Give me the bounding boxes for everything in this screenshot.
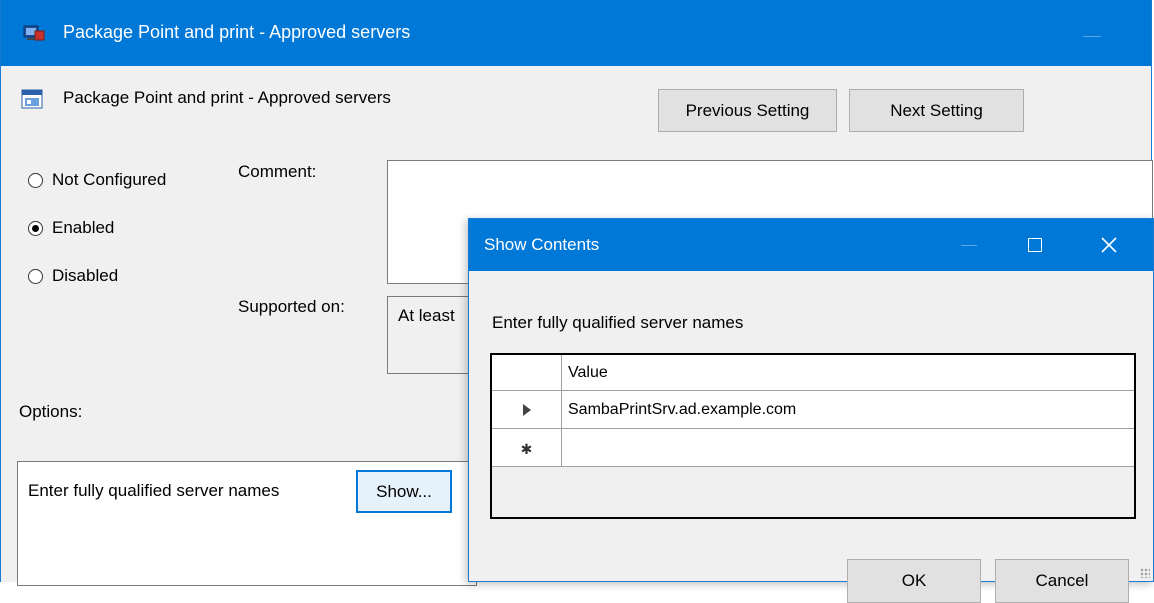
dialog-title: Show Contents (484, 235, 600, 254)
next-setting-button[interactable]: Next Setting (849, 89, 1024, 132)
options-label: Options: (19, 402, 83, 421)
grid-header-row: Value (492, 355, 1134, 391)
options-panel: Enter fully qualified server names Show.… (17, 461, 477, 586)
current-row-icon (522, 403, 531, 416)
radio-button-icon[interactable] (28, 172, 43, 188)
minimize-button[interactable] (939, 219, 999, 271)
setting-title: Package Point and print - Approved serve… (63, 88, 391, 107)
row-header-cell[interactable] (492, 391, 562, 428)
radio-button-icon[interactable] (28, 268, 43, 284)
values-grid[interactable]: Value SambaPrintSrv.ad.example.com ✱ (490, 353, 1136, 519)
dialog-titlebar[interactable]: Show Contents (469, 219, 1153, 271)
value-column-header[interactable]: Value (568, 355, 608, 390)
supported-on-value: At least (398, 306, 455, 325)
cancel-button[interactable]: Cancel (995, 559, 1129, 603)
previous-setting-button[interactable]: Previous Setting (658, 89, 837, 132)
table-row[interactable]: ✱ (492, 429, 1134, 467)
close-button[interactable] (1079, 219, 1139, 271)
radio-label: Not Configured (52, 170, 167, 189)
policy-app-icon (23, 25, 45, 41)
radio-label: Enabled (52, 218, 115, 237)
show-button[interactable]: Show... (356, 470, 452, 513)
row-header-cell[interactable]: ✱ (492, 429, 562, 466)
maximize-icon (1028, 238, 1042, 252)
comment-label: Comment: (238, 162, 317, 181)
dialog-prompt: Enter fully qualified server names (492, 313, 744, 332)
window-title: Package Point and print - Approved serve… (63, 22, 411, 42)
close-icon (1101, 237, 1117, 253)
supported-on-label: Supported on: (238, 297, 345, 316)
row-header-corner[interactable] (492, 355, 562, 390)
not-configured-radio[interactable]: Not Configured (28, 170, 166, 190)
radio-button-checked-icon[interactable] (28, 220, 43, 236)
enabled-radio[interactable]: Enabled (28, 218, 114, 238)
minimize-icon (961, 244, 977, 246)
disabled-radio[interactable]: Disabled (28, 266, 118, 286)
window-titlebar[interactable]: Package Point and print - Approved serve… (1, 0, 1151, 66)
server-names-label: Enter fully qualified server names (28, 481, 280, 500)
maximize-button[interactable] (1005, 219, 1065, 271)
show-contents-dialog: Show Contents Enter fully qualified serv… (468, 218, 1154, 603)
radio-label: Disabled (52, 266, 119, 285)
ok-button[interactable]: OK (847, 559, 981, 603)
minimize-icon[interactable] (1083, 36, 1101, 37)
new-row-icon: ✱ (520, 441, 533, 457)
value-cell[interactable]: SambaPrintSrv.ad.example.com (568, 391, 796, 428)
setting-icon (21, 89, 43, 109)
table-row[interactable]: SambaPrintSrv.ad.example.com (492, 391, 1134, 429)
resize-grip-icon[interactable] (1140, 568, 1150, 578)
